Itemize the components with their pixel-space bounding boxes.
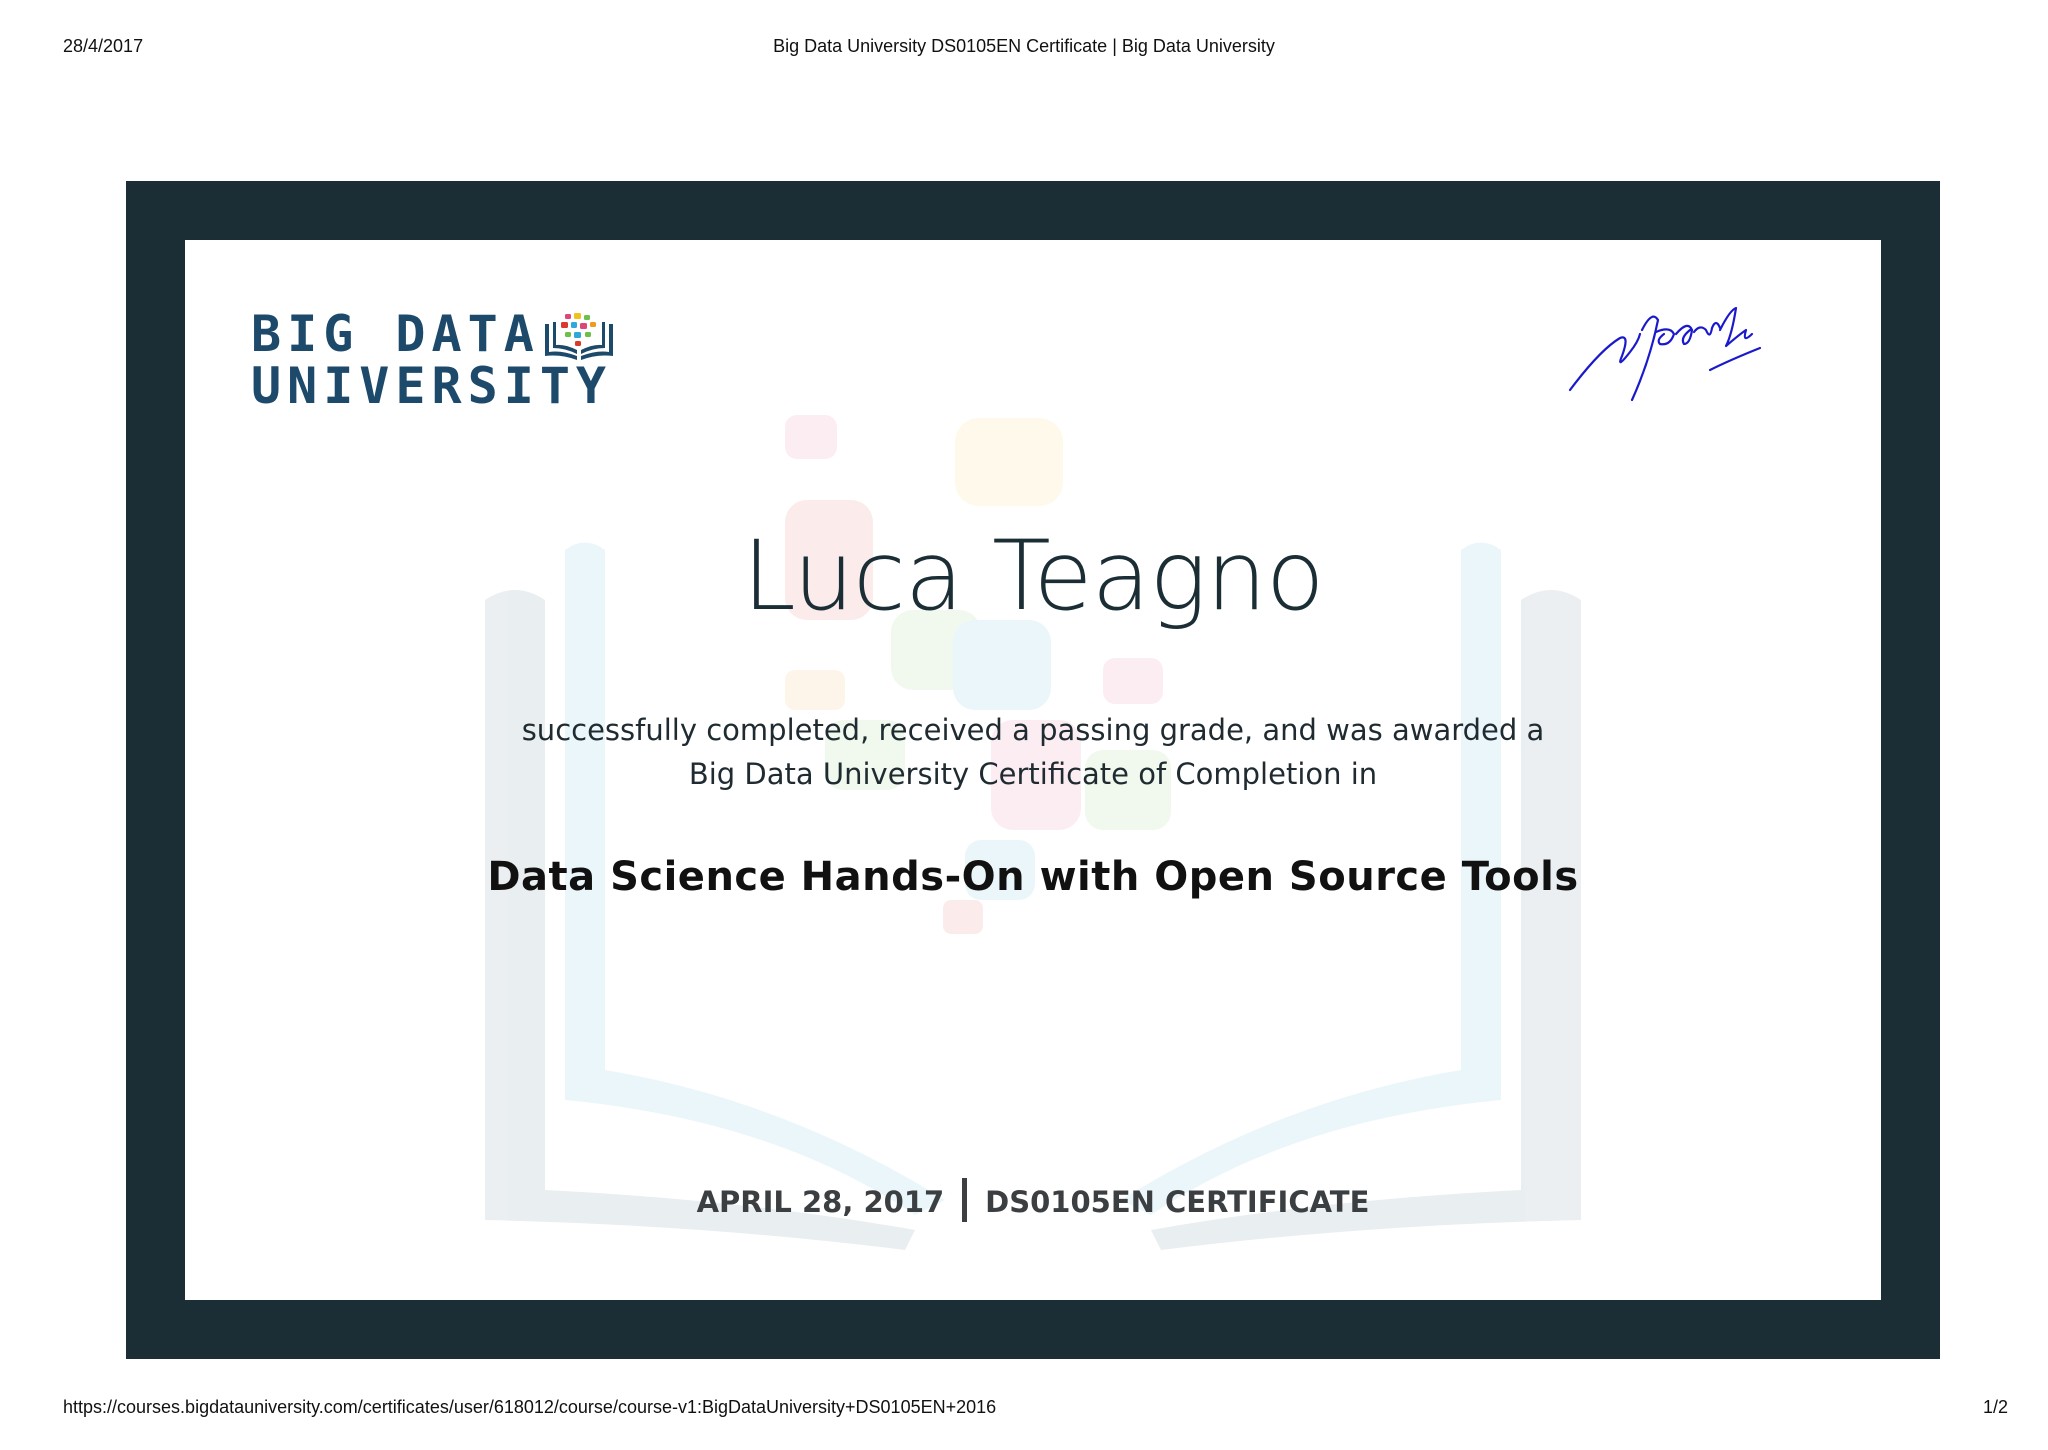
certificate-date: APRIL 28, 2017 [696, 1185, 945, 1219]
certificate-body: BIG DATA UNIVERSITY Luca Teagno successf… [185, 240, 1881, 1300]
recipient-name: Luca Teagno [742, 520, 1324, 632]
award-statement: successfully completed, received a passi… [521, 713, 1545, 791]
print-page-number: 1/2 [1982, 1397, 2008, 1417]
footer-divider [962, 1178, 968, 1222]
course-title: Data Science Hands-On with Open Source T… [487, 854, 1579, 900]
print-page-title: Big Data University DS0105EN Certificate… [773, 36, 1275, 56]
certificate-frame: BIG DATA UNIVERSITY Luca Teagno successf… [126, 181, 1940, 1359]
book-logo-icon [545, 313, 613, 360]
logo-line-2: UNIVERSITY [251, 357, 613, 415]
certificate-type: DS0105EN CERTIFICATE [985, 1185, 1370, 1219]
print-url: https://courses.bigdatauniversity.com/ce… [63, 1397, 997, 1417]
big-data-university-logo: BIG DATA UNIVERSITY [251, 308, 621, 412]
signature-image [1568, 306, 1762, 402]
certificate-footer: APRIL 28, 2017 DS0105EN CERTIFICATE [185, 1178, 1881, 1226]
